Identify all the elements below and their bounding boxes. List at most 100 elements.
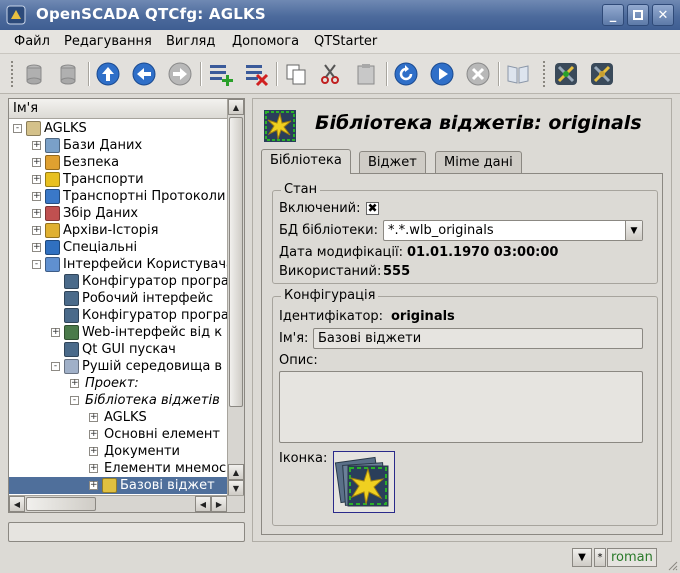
menu-view[interactable]: Вигляд (166, 34, 215, 49)
horizontal-scroll-thumb[interactable] (26, 497, 96, 511)
paste-button[interactable] (352, 60, 380, 88)
web-icon (64, 325, 79, 340)
status-menu-button[interactable]: ▼ (572, 548, 592, 567)
menu-qtstarter[interactable]: QTStarter (314, 34, 377, 49)
db-save-button[interactable] (54, 60, 82, 88)
keyboard-layout-indicator[interactable]: roman (607, 548, 657, 567)
enabled-checkbox[interactable]: ✖ (366, 202, 379, 215)
scroll-down-button[interactable]: ▲ (228, 464, 244, 480)
menu-help[interactable]: Допомога (232, 34, 299, 49)
start-button[interactable] (428, 60, 456, 88)
manual-button[interactable] (504, 60, 532, 88)
tree-header[interactable]: Ім'я (9, 99, 227, 119)
delete-item-button[interactable] (242, 60, 270, 88)
scroll-right-button[interactable]: ▶ (211, 496, 227, 512)
collapse-icon[interactable]: - (13, 124, 22, 133)
expand-icon[interactable]: + (89, 447, 98, 456)
db-load-button[interactable] (20, 60, 48, 88)
tab-library[interactable]: Бібліотека (261, 149, 351, 174)
up-button[interactable] (94, 60, 122, 88)
minimize-button[interactable]: _ (602, 4, 624, 26)
description-textarea[interactable] (279, 371, 643, 443)
expand-icon[interactable]: + (32, 226, 41, 235)
expand-icon[interactable]: + (32, 243, 41, 252)
tree-item-label: Конфігуратор програми (82, 274, 227, 289)
tree-item[interactable]: + Транспортні Протоколи (32, 188, 227, 205)
toolbar-grip[interactable] (542, 60, 546, 88)
tree-item[interactable]: Конфігуратор програми (51, 307, 227, 324)
tree-item[interactable]: + Безпека (32, 154, 227, 171)
menu-file[interactable]: Файл (14, 34, 50, 49)
cut-button[interactable] (316, 60, 344, 88)
tab-mime-data[interactable]: Mime дані (435, 151, 522, 173)
expand-icon[interactable]: + (70, 379, 79, 388)
tree-item[interactable]: + Елементи мнемос (89, 460, 227, 477)
expand-icon[interactable]: + (32, 141, 41, 150)
tree-item[interactable]: - Інтерфейси Користувача (32, 256, 227, 273)
tree-horizontal-scrollbar[interactable]: ◀ ◀ ▶ (9, 495, 244, 512)
icon-picker[interactable] (333, 451, 395, 513)
scroll-left-button[interactable]: ◀ (9, 496, 25, 512)
tree-item[interactable]: + Збір Даних (32, 205, 227, 222)
add-item-button[interactable] (206, 60, 234, 88)
tree-item[interactable]: - Бібліотека віджетів (70, 392, 227, 409)
toolbar-grip[interactable] (10, 60, 14, 88)
tree-item[interactable]: - AGLKS (13, 120, 227, 137)
tab-widget[interactable]: Віджет (359, 151, 426, 173)
tree-view[interactable]: - AGLKS + Бази Даних + Безпека + Транспорти + Тра… (9, 119, 227, 496)
db-library-combo[interactable]: *.*.wlb_originals ▼ (383, 220, 643, 241)
start-icon (430, 62, 454, 86)
collapse-icon[interactable]: - (51, 362, 60, 371)
tool-a-button[interactable] (552, 60, 580, 88)
stop-button[interactable] (464, 60, 492, 88)
tree-item[interactable]: Конфігуратор програми (51, 273, 227, 290)
tree-item[interactable]: + Бази Даних (32, 137, 227, 154)
expand-icon[interactable]: + (51, 328, 60, 337)
toolbar-separator (200, 62, 202, 86)
expand-icon[interactable]: + (32, 158, 41, 167)
paste-icon (357, 64, 375, 85)
arrow-down-icon: ▼ (232, 483, 240, 493)
expand-icon[interactable]: + (32, 192, 41, 201)
tree-item[interactable]: + AGLKS (89, 409, 227, 426)
menu-edit[interactable]: Редагування (64, 34, 152, 49)
expand-icon[interactable]: + (89, 464, 98, 473)
tree-item[interactable]: + Web-інтерфейс від к (51, 324, 227, 341)
refresh-button[interactable] (392, 60, 420, 88)
expand-icon[interactable]: + (89, 430, 98, 439)
back-button[interactable] (130, 60, 158, 88)
collapse-icon[interactable]: - (32, 260, 41, 269)
tree-item[interactable]: + Документи (89, 443, 227, 460)
tree-item[interactable]: + Транспорти (32, 171, 227, 188)
expand-icon[interactable]: + (89, 481, 98, 490)
tree-item[interactable]: + Архіви-Історія (32, 222, 227, 239)
expand-icon[interactable]: + (89, 413, 98, 422)
expand-icon[interactable]: + (32, 209, 41, 218)
status-modifier-button[interactable]: * (594, 548, 606, 567)
tree-item[interactable]: + Спеціальні (32, 239, 227, 256)
copy-button[interactable] (282, 60, 310, 88)
scroll-up-button[interactable]: ▲ (228, 99, 244, 115)
tree-item[interactable]: Робочий інтерфейс (51, 290, 227, 307)
tree-item[interactable]: Qt GUI пускач (51, 341, 227, 358)
tool-b-button[interactable] (588, 60, 616, 88)
expand-icon[interactable]: + (32, 175, 41, 184)
scroll-left-button-2[interactable]: ◀ (195, 496, 211, 512)
tree-item[interactable]: - Рушій середовища в (51, 358, 227, 375)
collapse-icon[interactable]: - (70, 396, 79, 405)
vertical-scroll-thumb[interactable] (229, 117, 243, 407)
tree-item[interactable]: + Основні елемент (89, 426, 227, 443)
name-input[interactable]: Базові віджети (313, 328, 643, 349)
close-button[interactable]: ✕ (652, 4, 674, 26)
arrow-left-icon: ◀ (199, 499, 207, 509)
tree-item-label: AGLKS (104, 410, 147, 425)
tree-item[interactable]: + Проект: (70, 375, 227, 392)
tree-vertical-scrollbar[interactable]: ▲ ▲ ▼ (227, 99, 244, 496)
forward-button[interactable] (166, 60, 194, 88)
resize-grip-icon[interactable] (666, 559, 678, 571)
tree-item[interactable]: + Базові віджет (9, 477, 227, 494)
scroll-down-button-2[interactable]: ▼ (228, 480, 244, 496)
qt-icon (64, 342, 79, 357)
maximize-button[interactable] (627, 4, 649, 26)
db-save-icon (60, 64, 76, 85)
